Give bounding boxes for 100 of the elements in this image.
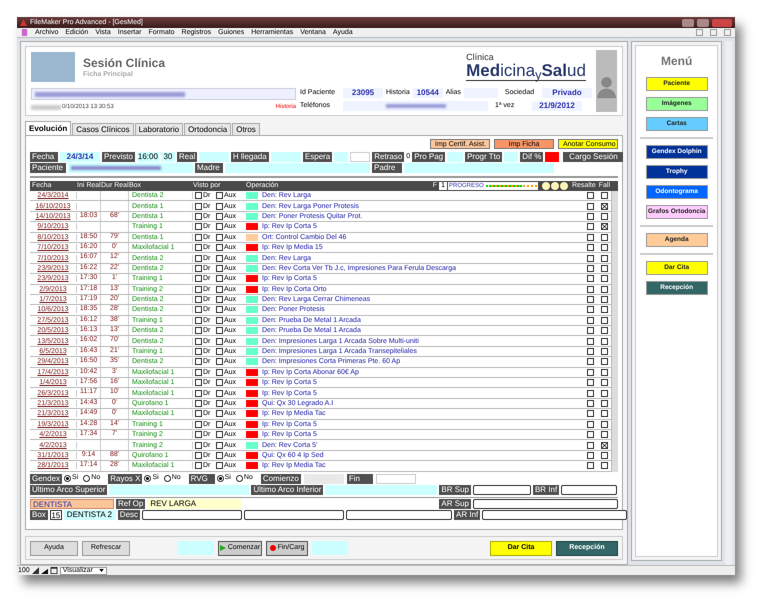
field-value[interactable]: 10544 (412, 88, 443, 98)
checkbox[interactable] (195, 368, 202, 376)
field-value[interactable]: 16:00 (136, 152, 159, 162)
checkbox[interactable] (586, 368, 594, 376)
role-field[interactable]: DENTISTA (30, 498, 114, 509)
checkbox[interactable] (195, 442, 202, 449)
checkbox[interactable] (216, 442, 223, 449)
checkbox[interactable] (195, 296, 202, 304)
checkbox[interactable] (600, 254, 608, 262)
input-field[interactable] (198, 152, 229, 162)
checkbox[interactable] (195, 431, 202, 438)
checkbox[interactable] (586, 400, 594, 407)
checkbox[interactable] (216, 275, 223, 282)
input-field[interactable] (504, 152, 518, 162)
checkbox[interactable] (195, 338, 202, 345)
checkbox[interactable] (216, 254, 223, 262)
checkbox[interactable] (600, 234, 608, 241)
tab[interactable]: Evolución (25, 121, 72, 135)
checkbox[interactable] (195, 275, 202, 282)
checkbox[interactable] (195, 358, 202, 366)
checkbox[interactable] (216, 244, 223, 252)
field-value[interactable]: 23095 (343, 88, 383, 98)
checkbox[interactable] (586, 264, 594, 272)
checkbox[interactable] (586, 202, 594, 210)
input-field[interactable] (447, 152, 464, 162)
checkbox[interactable] (586, 286, 594, 293)
checkbox[interactable] (195, 379, 202, 386)
checkbox[interactable] (216, 420, 223, 428)
checkbox[interactable] (586, 442, 594, 449)
checkbox[interactable] (600, 420, 608, 428)
checkbox[interactable] (195, 223, 202, 230)
checkbox[interactable] (600, 192, 608, 200)
checkbox[interactable] (600, 442, 608, 449)
checkbox[interactable] (600, 212, 608, 220)
checkbox[interactable] (586, 223, 594, 230)
input-field[interactable] (109, 484, 250, 495)
phone-field[interactable] (343, 101, 488, 111)
input-field[interactable] (346, 510, 452, 520)
checkbox[interactable] (586, 254, 594, 262)
checkbox[interactable] (195, 327, 202, 334)
radio-button[interactable] (164, 475, 171, 482)
checkbox[interactable] (216, 368, 223, 376)
checkbox[interactable] (600, 410, 608, 418)
checkbox[interactable] (600, 400, 608, 407)
checkbox[interactable] (195, 420, 202, 428)
checkbox[interactable] (216, 212, 223, 220)
input-field[interactable] (142, 510, 242, 520)
checkbox[interactable] (600, 379, 608, 386)
checkbox[interactable] (216, 306, 223, 314)
field-value[interactable]: DENTISTA 2 (64, 510, 116, 520)
minimize-icon[interactable] (682, 18, 694, 26)
window-icon[interactable] (50, 567, 58, 574)
checkbox[interactable] (195, 390, 202, 397)
radio-button[interactable] (83, 475, 90, 482)
checkbox[interactable] (216, 286, 223, 293)
checkbox[interactable] (586, 234, 594, 241)
input-field[interactable] (304, 474, 344, 484)
checkbox[interactable] (586, 327, 594, 334)
checkbox[interactable] (195, 264, 202, 272)
checkbox[interactable] (216, 390, 223, 397)
checkbox[interactable] (586, 275, 594, 282)
checkbox[interactable] (586, 244, 594, 252)
input-field[interactable] (404, 163, 554, 173)
checkbox[interactable] (216, 264, 223, 272)
checkbox[interactable] (216, 234, 223, 241)
patient-field[interactable] (68, 163, 193, 173)
checkbox[interactable] (586, 431, 594, 438)
checkbox[interactable] (216, 358, 223, 366)
checkbox[interactable] (600, 244, 608, 252)
scrollbar[interactable] (725, 41, 732, 565)
input-field[interactable] (225, 163, 370, 173)
radio-button[interactable] (144, 475, 152, 482)
checkbox[interactable] (195, 244, 202, 252)
checkbox[interactable] (216, 348, 223, 356)
checkbox[interactable] (600, 431, 608, 438)
field-value[interactable]: Privado (542, 88, 592, 98)
checkbox[interactable] (216, 431, 223, 438)
input-field[interactable] (473, 498, 618, 509)
checkbox[interactable] (216, 400, 223, 407)
checkbox[interactable] (195, 202, 202, 210)
checkbox[interactable] (600, 316, 608, 324)
checkbox[interactable] (216, 338, 223, 345)
field-value[interactable]: 15 (50, 510, 62, 520)
checkbox[interactable] (586, 348, 594, 356)
checkbox[interactable] (195, 316, 202, 324)
checkbox[interactable] (600, 390, 608, 397)
checkbox[interactable] (195, 286, 202, 293)
field-value[interactable]: REV LARGA (147, 498, 242, 509)
checkbox[interactable] (195, 192, 202, 200)
checkbox[interactable] (216, 223, 223, 230)
checkbox[interactable] (195, 254, 202, 262)
input-field[interactable] (334, 152, 348, 162)
checkbox[interactable] (600, 368, 608, 376)
checkbox[interactable] (600, 264, 608, 272)
checkbox[interactable] (216, 202, 223, 210)
checkbox[interactable] (600, 202, 608, 210)
checkbox[interactable] (600, 275, 608, 282)
checkbox[interactable] (600, 358, 608, 366)
checkbox[interactable] (586, 296, 594, 304)
field-value[interactable]: 21/9/2012 (532, 101, 582, 111)
